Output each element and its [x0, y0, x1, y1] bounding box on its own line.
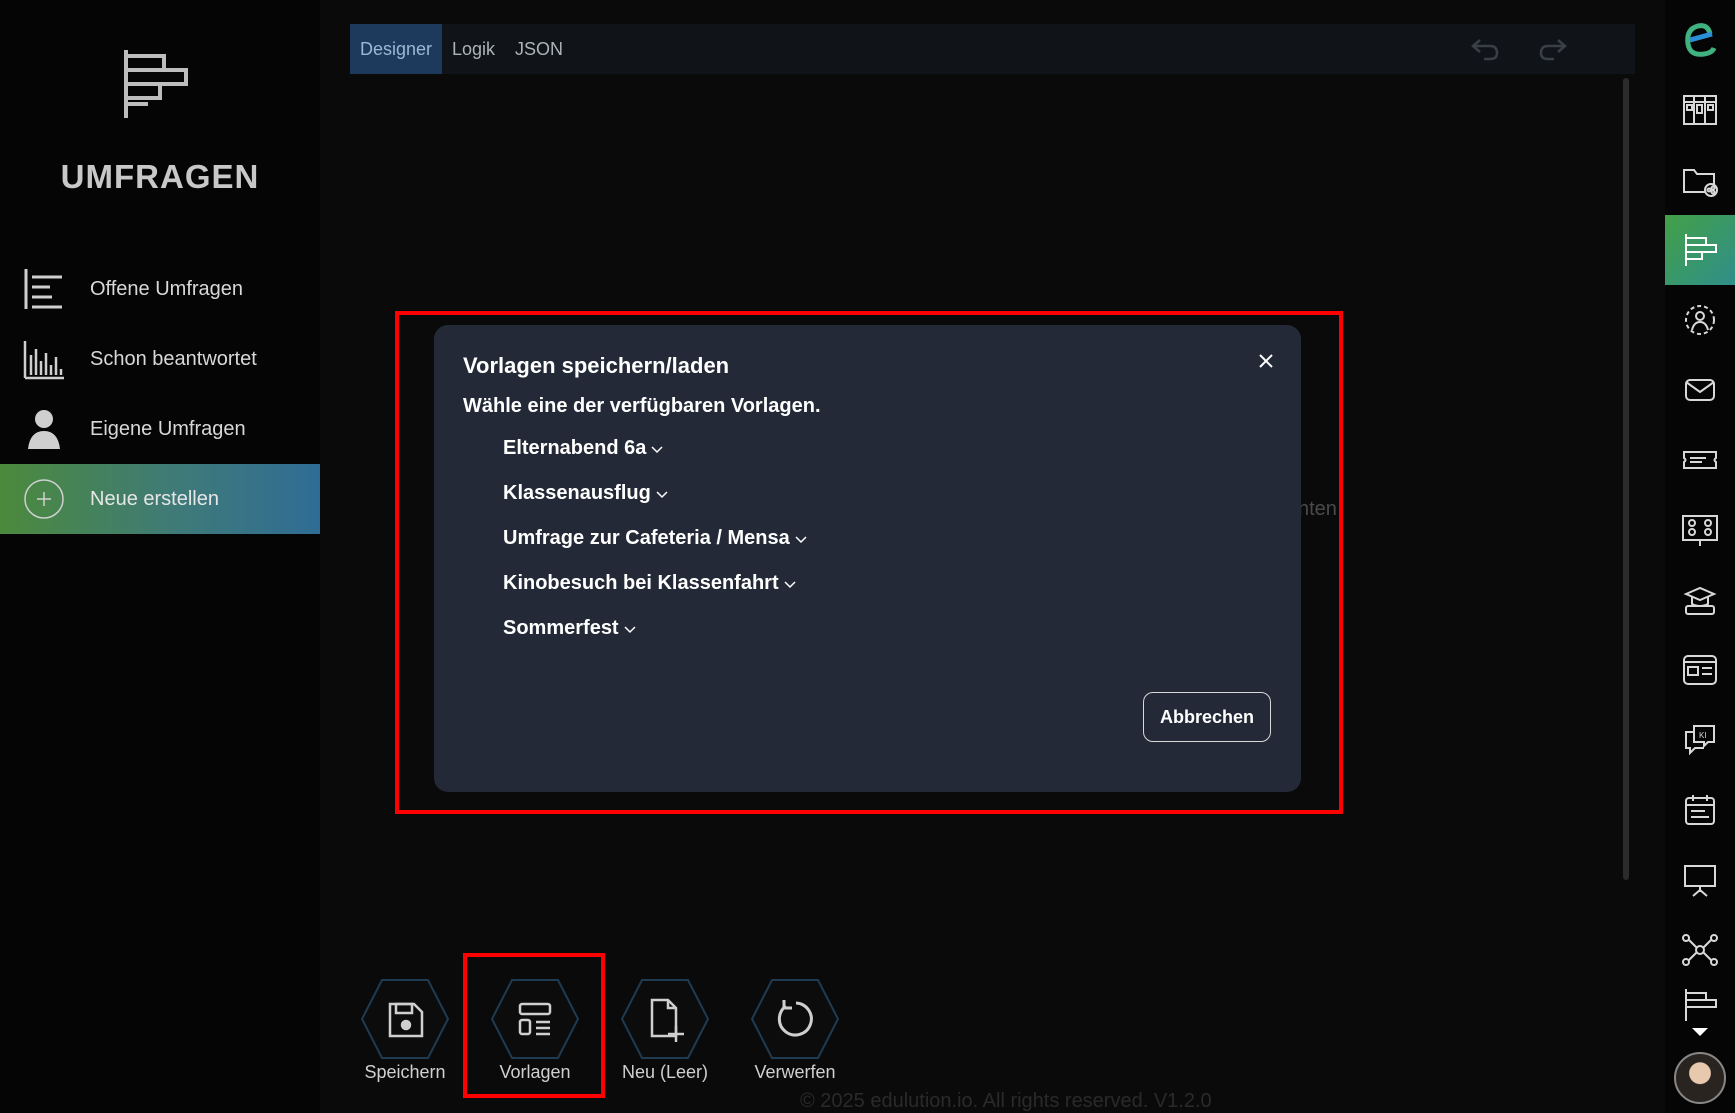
dialog-subtitle: Wähle eine der verfügbaren Vorlagen.: [463, 395, 821, 417]
user-icon: [22, 407, 66, 451]
desktop-settings-icon[interactable]: [1665, 635, 1735, 705]
plus-circle-icon: [22, 477, 66, 521]
dialog-title: Vorlagen speichern/laden: [463, 353, 730, 378]
sidebar-item-answered[interactable]: Schon beantwortet: [0, 324, 320, 394]
new-empty-button[interactable]: Neu (Leer): [615, 978, 715, 1088]
template-label: Sommerfest: [503, 617, 619, 639]
undo-icon[interactable]: [1470, 36, 1500, 62]
app-title: UMFRAGEN: [60, 158, 260, 195]
sidebar-item-label: Eigene Umfragen: [90, 417, 246, 440]
chevron-down-icon: [795, 535, 807, 543]
chevron-down-icon: [656, 490, 668, 498]
copyright-footer: © 2025 edulution.io. All rights reserved…: [800, 1090, 1212, 1112]
template-item-elternabend[interactable]: Elternabend 6a: [503, 437, 664, 460]
mail-icon[interactable]: [1665, 355, 1735, 425]
presentation-icon[interactable]: [1665, 845, 1735, 915]
file-share-icon[interactable]: [1665, 145, 1735, 215]
save-icon: [360, 979, 450, 1059]
templates-highlight-box: [463, 953, 605, 1098]
bar-chart-icon: [22, 337, 66, 381]
network-icon[interactable]: [1665, 915, 1735, 985]
action-label: Neu (Leer): [621, 1062, 709, 1082]
cancel-button[interactable]: Abbrechen: [1143, 692, 1271, 742]
action-label: Verwerfen: [754, 1062, 836, 1082]
ai-chat-icon[interactable]: KI: [1665, 705, 1735, 775]
svg-text:KI: KI: [1699, 731, 1707, 740]
new-file-icon: [620, 979, 710, 1059]
kanban-icon[interactable]: [1665, 75, 1735, 145]
sidebar-item-label: Offene Umfragen: [90, 277, 244, 300]
template-label: Klassenausflug: [503, 482, 651, 504]
tab-json[interactable]: JSON: [505, 24, 573, 74]
template-label: Umfrage zur Cafeteria / Mensa: [503, 527, 790, 549]
app-switcher-bar: KI: [1665, 0, 1735, 1113]
scroll-down-icon[interactable]: [1690, 1026, 1710, 1038]
sidebar-item-open-surveys[interactable]: Offene Umfragen: [0, 254, 320, 324]
sidebar-item-label: Schon beantwortet: [90, 347, 257, 370]
templates-dialog: Vorlagen speichern/laden Wähle eine der …: [434, 325, 1301, 792]
surveys-app-icon[interactable]: [1665, 215, 1735, 285]
calendar-icon[interactable]: [1665, 775, 1735, 845]
editor-tabbar: Designer Logik JSON: [350, 24, 1635, 74]
chevron-down-icon: [624, 625, 636, 633]
sidebar-item-own-surveys[interactable]: Eigene Umfragen: [0, 394, 320, 464]
template-item-cafeteria[interactable]: Umfrage zur Cafeteria / Mensa: [503, 527, 808, 550]
action-label: Speichern: [364, 1062, 446, 1082]
edulution-logo-icon[interactable]: [1665, 5, 1735, 75]
template-item-sommerfest[interactable]: Sommerfest: [503, 617, 637, 640]
classroom-icon[interactable]: [1665, 495, 1735, 565]
learning-icon[interactable]: [1665, 565, 1735, 635]
list-bars-icon: [22, 267, 66, 311]
template-item-klassenausflug[interactable]: Klassenausflug: [503, 482, 669, 505]
tab-designer[interactable]: Designer: [350, 24, 442, 74]
ticket-icon[interactable]: [1665, 425, 1735, 495]
surveys-logo-icon: [124, 50, 188, 118]
surveys-app-icon-partial[interactable]: [1665, 985, 1735, 1021]
tab-logic[interactable]: Logik: [442, 24, 505, 74]
chevron-down-icon: [651, 445, 663, 453]
reset-icon: [750, 979, 840, 1059]
save-button[interactable]: Speichern: [355, 978, 455, 1088]
template-item-kinobesuch[interactable]: Kinobesuch bei Klassenfahrt: [503, 572, 797, 595]
close-icon[interactable]: [1254, 349, 1278, 373]
editor-scrollbar[interactable]: [1623, 78, 1629, 880]
sidebar-item-label: Neue erstellen: [90, 487, 219, 510]
avatar[interactable]: [1674, 1052, 1726, 1104]
sidebar-item-create-new[interactable]: Neue erstellen: [0, 464, 320, 534]
template-label: Kinobesuch bei Klassenfahrt: [503, 572, 779, 594]
sidebar: UMFRAGEN Offene Umfragen Schon beantwort…: [0, 0, 320, 1113]
discard-button[interactable]: Verwerfen: [745, 978, 845, 1088]
chevron-down-icon: [784, 580, 796, 588]
redo-icon[interactable]: [1538, 36, 1568, 62]
settings-users-icon[interactable]: [1665, 285, 1735, 355]
template-label: Elternabend 6a: [503, 437, 647, 459]
